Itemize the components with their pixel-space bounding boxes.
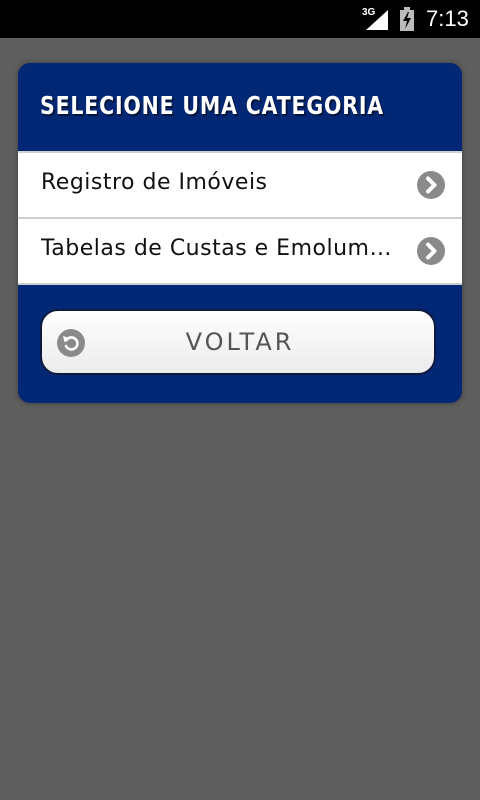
- signal-icon: [366, 10, 388, 30]
- chevron-right-icon: [417, 171, 445, 199]
- battery-charging-icon: [400, 7, 414, 31]
- chevron-right-icon: [417, 237, 445, 265]
- category-dialog: SELECIONE UMA CATEGORIA Registro de Imóv…: [18, 63, 462, 403]
- list-item-label: Registro de Imóveis: [41, 170, 268, 195]
- back-button[interactable]: VOLTAR: [40, 309, 436, 375]
- list-item-registro-de-imoveis[interactable]: Registro de Imóveis: [18, 153, 462, 217]
- status-bar: 3G 7:13: [0, 0, 480, 38]
- list-item-label: Tabelas de Custas e Emolumentos: [41, 236, 399, 261]
- clock: 7:13: [426, 6, 469, 31]
- category-list: Registro de Imóveis Tabelas de Custas e …: [18, 151, 462, 285]
- back-button-label: VOLTAR: [185, 328, 295, 356]
- dialog-title: SELECIONE UMA CATEGORIA: [40, 91, 384, 120]
- list-item-tabelas-de-custas[interactable]: Tabelas de Custas e Emolumentos: [18, 219, 462, 283]
